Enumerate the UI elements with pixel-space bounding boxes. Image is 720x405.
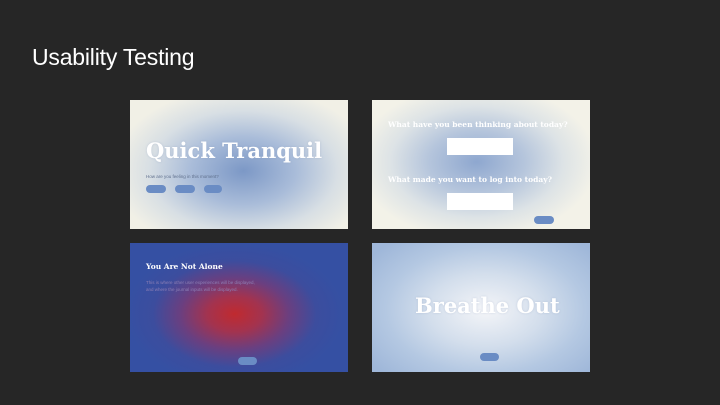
feeling-option-2-button[interactable] xyxy=(175,185,195,193)
screen-reflection: What have you been thinking about today?… xyxy=(372,100,590,229)
next-button[interactable] xyxy=(534,216,554,224)
feeling-prompt: How are you feeling in this moment? xyxy=(146,174,219,179)
screen-not-alone: You Are Not Alone This is where other us… xyxy=(130,243,348,372)
screen-quick-tranquil: Quick Tranquil How are you feeling in th… xyxy=(130,100,348,229)
slide-title: Usability Testing xyxy=(32,44,195,70)
feeling-option-1-button[interactable] xyxy=(146,185,166,193)
thinking-input[interactable] xyxy=(447,138,513,155)
not-alone-body: This is where other user experiences wil… xyxy=(146,280,255,292)
feeling-option-3-button[interactable] xyxy=(204,185,222,193)
question-log-in-reason: What made you want to log into today? xyxy=(388,175,552,184)
quick-tranquil-title: Quick Tranquil xyxy=(146,138,323,163)
question-thinking: What have you been thinking about today? xyxy=(388,120,568,129)
not-alone-heading: You Are Not Alone xyxy=(146,262,223,271)
screen-breathe-out: Breathe Out xyxy=(372,243,590,372)
breathe-out-title: Breathe Out xyxy=(415,293,560,318)
next-button[interactable] xyxy=(238,357,257,365)
next-button[interactable] xyxy=(480,353,499,361)
log-in-reason-input[interactable] xyxy=(447,193,513,210)
